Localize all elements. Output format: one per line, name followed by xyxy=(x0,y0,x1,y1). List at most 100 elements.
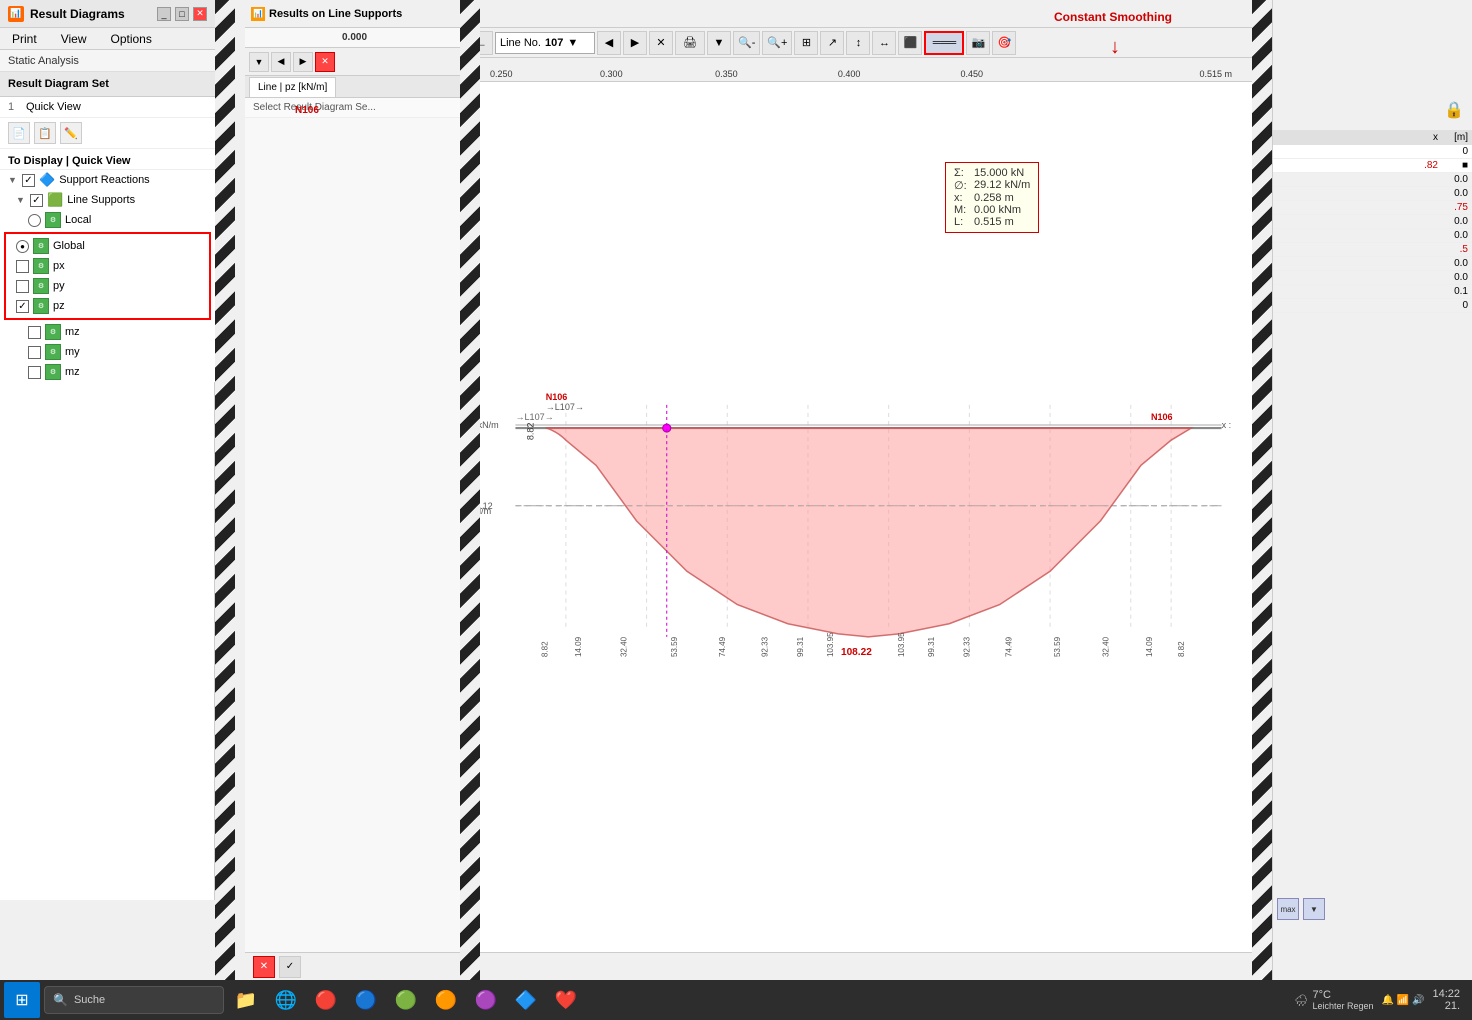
taskbar-app5[interactable]: 🟣 xyxy=(468,982,504,1018)
view-btn-1[interactable]: ⊞ xyxy=(794,31,818,55)
col-x-header: x xyxy=(1277,132,1438,143)
start-button[interactable]: ⊞ xyxy=(4,982,40,1018)
line-pz-tab[interactable]: Line | pz [kN/m] xyxy=(249,77,336,97)
line-supports-checkbox[interactable] xyxy=(30,194,43,207)
pz-label: pz xyxy=(53,300,65,312)
my-item[interactable]: ⚙ my xyxy=(0,342,215,362)
line-no-combo[interactable]: Line No. 107 ▼ xyxy=(495,32,595,54)
edit-btn[interactable]: ✏️ xyxy=(60,122,82,144)
right-row-5: .75 xyxy=(1273,201,1472,215)
weather-info: 🌧 7°C Leichter Regen xyxy=(1295,989,1374,1011)
taskbar-app2[interactable]: 🔵 xyxy=(348,982,384,1018)
bottom-close-btn[interactable]: ✕ xyxy=(253,956,275,978)
my-checkbox[interactable] xyxy=(28,346,41,359)
constant-smoothing-label: Constant Smoothing xyxy=(1054,10,1172,24)
line-supports-item[interactable]: ▼ 🟩 Line Supports xyxy=(0,190,215,210)
ruler-marker: 0.000 xyxy=(245,28,464,48)
view-menu[interactable]: View xyxy=(57,30,91,48)
options-menu[interactable]: Options xyxy=(106,30,155,48)
filter-btn[interactable]: ▼ xyxy=(1303,898,1325,920)
taskbar-edge[interactable]: 🌐 xyxy=(268,982,304,1018)
result-diagram-set-header: Result Diagram Set xyxy=(0,72,215,97)
mz1-checkbox[interactable] xyxy=(28,326,41,339)
prev-btn[interactable]: ◀ xyxy=(597,31,621,55)
taskbar-app7[interactable]: ❤️ xyxy=(548,982,584,1018)
maximize-btn[interactable]: □ xyxy=(175,7,189,21)
nav-left-btn[interactable]: ◀ xyxy=(271,52,291,72)
zigzag-border-right xyxy=(1252,0,1272,1020)
tooltip-m-label: M: xyxy=(954,204,970,216)
zoom-in-btn[interactable]: 🔍+ xyxy=(762,31,792,55)
mz1-item[interactable]: ⚙ mz xyxy=(0,322,215,342)
mz2-checkbox[interactable] xyxy=(28,366,41,379)
taskbar-app3[interactable]: 🟢 xyxy=(388,982,424,1018)
nav-right-btn[interactable]: ▶ xyxy=(293,52,313,72)
window-title: Result Diagrams xyxy=(30,7,157,21)
local-radio[interactable] xyxy=(28,214,41,227)
mz2-item[interactable]: ⚙ mz xyxy=(0,362,215,382)
support-reactions-item[interactable]: ▼ 🔷 Support Reactions xyxy=(0,170,215,190)
search-bar[interactable]: 🔍 Suche xyxy=(44,986,224,1014)
close-tab-btn[interactable]: ✕ xyxy=(315,52,335,72)
view-btn-2[interactable]: ↗ xyxy=(820,31,844,55)
py-item[interactable]: ⚙ py xyxy=(8,276,207,296)
max-btn[interactable]: max xyxy=(1277,898,1299,920)
left-panel-content: Result Diagram Set 1 Quick View 📄 📋 ✏️ T… xyxy=(0,72,215,382)
new-btn[interactable]: 📄 xyxy=(8,122,30,144)
zoom-out-btn[interactable]: 🔍- xyxy=(733,31,760,55)
svg-text:8.82: 8.82 xyxy=(541,641,550,657)
bottom-bar: ✕ ✓ xyxy=(245,952,1272,980)
local-item[interactable]: ⚙ Local xyxy=(0,210,215,230)
svg-text:53.59: 53.59 xyxy=(1053,636,1062,657)
view-btn-4[interactable]: ↔ xyxy=(872,31,896,55)
taskbar-app1[interactable]: 🔴 xyxy=(308,982,344,1018)
global-radio[interactable] xyxy=(16,240,29,253)
svg-text:103.95: 103.95 xyxy=(897,632,906,657)
svg-text:99.31: 99.31 xyxy=(927,636,936,657)
taskbar-app6[interactable]: 🔷 xyxy=(508,982,544,1018)
svg-text:8.82: 8.82 xyxy=(1177,641,1186,657)
lock-icon[interactable]: 🔒 xyxy=(1444,100,1464,120)
line-no-label: Line No. xyxy=(500,37,541,49)
pz-checkbox[interactable] xyxy=(16,300,29,313)
window-controls: _ □ ✕ xyxy=(157,7,207,21)
taskbar-explorer[interactable]: 📁 xyxy=(228,982,264,1018)
pz-item[interactable]: ⚙ pz xyxy=(8,296,207,316)
mz1-label: mz xyxy=(65,326,80,338)
next-btn[interactable]: ▶ xyxy=(623,31,647,55)
py-label: py xyxy=(53,280,65,292)
close-btn[interactable]: ✕ xyxy=(193,7,207,21)
chart-area: 0.250 0.300 0.350 0.400 0.450 0.515 m xyxy=(465,58,1272,990)
cross-btn[interactable]: ✕ xyxy=(649,31,673,55)
view-btn-6[interactable]: 📷 xyxy=(966,31,990,55)
global-item[interactable]: ⚙ Global xyxy=(8,236,207,256)
px-item[interactable]: ⚙ px xyxy=(8,256,207,276)
copy-btn[interactable]: 📋 xyxy=(34,122,56,144)
print-menu[interactable]: Print xyxy=(8,30,41,48)
system-tray-icons[interactable]: 🔔 📶 🔊 xyxy=(1382,995,1425,1006)
app-icon: 📊 xyxy=(8,6,24,22)
quick-view-row[interactable]: 1 Quick View xyxy=(0,97,215,118)
bottom-check-btn[interactable]: ✓ xyxy=(279,956,301,978)
svg-text:→L107→: →L107→ xyxy=(515,412,553,422)
minimize-btn[interactable]: _ xyxy=(157,7,171,21)
taskbar-app4[interactable]: 🟠 xyxy=(428,982,464,1018)
support-reactions-label: Support Reactions xyxy=(59,174,150,186)
py-checkbox[interactable] xyxy=(16,280,29,293)
ruler: 0.250 0.300 0.350 0.400 0.450 0.515 m xyxy=(465,58,1272,82)
my-icon: ⚙ xyxy=(45,344,61,360)
nav-down-btn[interactable]: ▼ xyxy=(249,52,269,72)
view-btn-3[interactable]: ↕ xyxy=(846,31,870,55)
print-btn[interactable]: 🖨 xyxy=(675,31,705,55)
line-supports-label: Line Supports xyxy=(67,194,135,206)
view-btn-5[interactable]: ⬛ xyxy=(898,31,922,55)
select-result-bar[interactable]: Select Result Diagram Se... xyxy=(245,98,464,118)
smoothing-btn[interactable]: ═══ xyxy=(924,31,964,55)
view-btn-7[interactable]: 🎯 xyxy=(992,31,1016,55)
px-checkbox[interactable] xyxy=(16,260,29,273)
support-reactions-checkbox[interactable] xyxy=(22,174,35,187)
local-label: Local xyxy=(65,214,91,226)
print-dropdown-btn[interactable]: ▼ xyxy=(707,31,731,55)
time-display[interactable]: 14:22 21. xyxy=(1432,988,1460,1012)
py-icon: ⚙ xyxy=(33,278,49,294)
